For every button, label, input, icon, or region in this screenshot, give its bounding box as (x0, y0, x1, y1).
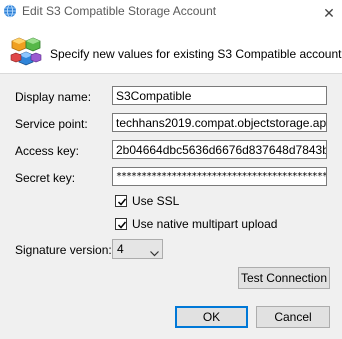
chevron-down-icon (150, 246, 159, 260)
checkmark-icon (117, 198, 127, 206)
dialog-header: Specify new values for existing S3 Compa… (0, 27, 342, 73)
service-point-label: Service point: (15, 117, 88, 131)
secret-key-label: Secret key: (15, 171, 76, 185)
use-ssl-checkbox[interactable] (115, 195, 127, 207)
globe-icon (3, 4, 17, 18)
checkmark-icon (117, 221, 127, 229)
signature-version-select[interactable]: 4 (112, 239, 163, 259)
display-name-field[interactable]: S3Compatible (112, 86, 327, 105)
access-key-field[interactable]: 2b04664dbc5636d6676d837648d7843bc150 (112, 140, 327, 159)
signature-version-label: Signature version: (15, 243, 112, 257)
use-multipart-label[interactable]: Use native multipart upload (132, 217, 277, 231)
secret-key-field[interactable]: ****************************************… (112, 167, 327, 186)
access-key-label: Access key: (15, 144, 80, 158)
signature-version-value: 4 (117, 242, 124, 256)
use-ssl-label[interactable]: Use SSL (132, 194, 179, 208)
window-title: Edit S3 Compatible Storage Account (22, 4, 217, 18)
test-connection-button[interactable]: Test Connection (238, 267, 330, 289)
title-bar: Edit S3 Compatible Storage Account ✕ (0, 0, 342, 27)
ok-button[interactable]: OK (175, 306, 248, 328)
close-button[interactable]: ✕ (316, 0, 342, 26)
cancel-button[interactable]: Cancel (256, 306, 330, 328)
service-point-field[interactable]: techhans2019.compat.objectstorage.ap-chu (112, 113, 327, 132)
header-instruction: Specify new values for existing S3 Compa… (50, 47, 342, 61)
cubes-icon (10, 36, 42, 68)
use-multipart-checkbox[interactable] (115, 218, 127, 230)
display-name-label: Display name: (15, 90, 92, 104)
